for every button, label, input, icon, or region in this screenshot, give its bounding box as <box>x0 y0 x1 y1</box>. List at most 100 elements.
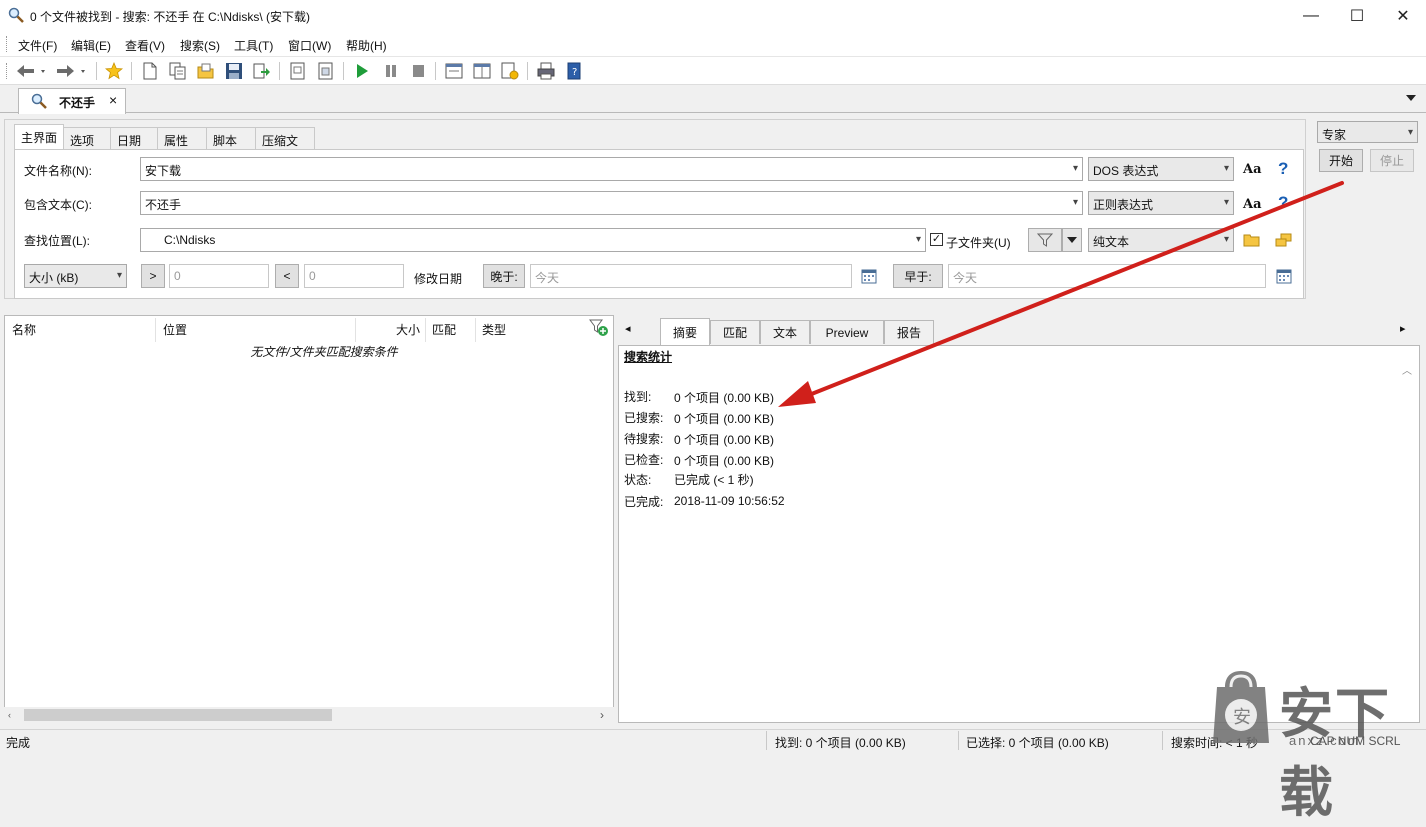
size-unit-select[interactable]: 大小 (kB) ▾ <box>24 264 127 288</box>
annotation-arrow <box>778 181 1344 407</box>
location-value: C:\Ndisks <box>164 233 216 247</box>
toolbar-separator <box>131 62 132 80</box>
favorites-star-icon[interactable] <box>103 61 125 81</box>
tab-main[interactable]: 主界面 <box>14 124 64 149</box>
save-disk-icon[interactable] <box>223 61 245 81</box>
max-size-input[interactable]: 0 <box>304 264 404 288</box>
minimize-button[interactable]: — <box>1288 0 1334 31</box>
print-icon[interactable] <box>535 61 557 81</box>
pause-icon[interactable] <box>380 61 402 81</box>
maximize-button[interactable]: ☐ <box>1334 0 1380 31</box>
scroll-left-icon[interactable]: ‹ <box>8 710 11 720</box>
content-value: 不还手 <box>145 198 182 212</box>
filename-label: 文件名称(N): <box>24 164 92 178</box>
status-text: 完成 <box>6 736 31 750</box>
stat-value: 0 个项目 (0.00 KB) <box>674 433 775 447</box>
document-tab-label: 不还手 <box>59 96 96 110</box>
menu-help[interactable]: 帮助(H) <box>346 37 387 54</box>
new-document-icon[interactable] <box>139 61 161 81</box>
chevron-down-icon: ▾ <box>1223 163 1229 174</box>
tab-scroll-right-icon[interactable]: ▸ <box>1400 322 1406 335</box>
tab-attributes[interactable]: 属性 <box>157 127 207 149</box>
open-folder-icon[interactable] <box>195 61 217 81</box>
copy-document-icon[interactable] <box>167 61 189 81</box>
tab-date[interactable]: 日期 <box>110 127 158 149</box>
stat-value: 0 个项目 (0.00 KB) <box>674 454 775 468</box>
toolbar-separator <box>435 62 436 80</box>
tab-options[interactable]: 选项 <box>63 127 111 149</box>
tab-scroll-left-icon[interactable]: ◂ <box>625 322 631 335</box>
window-layout-icon[interactable] <box>443 61 465 81</box>
chevron-down-icon: ▾ <box>1072 163 1078 174</box>
scroll-up-icon[interactable]: ︿ <box>1402 362 1412 377</box>
forward-arrow-icon[interactable] <box>54 61 88 81</box>
column-separator[interactable] <box>155 318 156 342</box>
results-list[interactable] <box>4 315 614 723</box>
document-tab-strip <box>0 86 1426 113</box>
tab-script[interactable]: 脚本 <box>206 127 256 149</box>
back-arrow-icon[interactable] <box>14 61 48 81</box>
close-button[interactable]: ✕ <box>1380 0 1426 31</box>
window-title: 0 个文件被找到 - 搜索: 不还手 在 C:\Ndisks\ (安下载) <box>30 10 311 24</box>
toolbar-separator <box>527 62 528 80</box>
document-tab-close[interactable]: × <box>109 92 117 108</box>
menu-view[interactable]: 查看(V) <box>125 37 165 54</box>
column-header-location[interactable]: 位置 <box>163 321 187 338</box>
mode-select[interactable]: 专家 ▾ <box>1317 121 1418 143</box>
search-app-icon <box>8 7 24 23</box>
summary-heading: 搜索统计 <box>624 350 673 364</box>
toolbar-separator <box>343 62 344 80</box>
modified-date-label: 修改日期 <box>414 272 463 286</box>
preview-doc-icon[interactable] <box>287 61 309 81</box>
toolbar-separator <box>96 62 97 80</box>
column-separator[interactable] <box>425 318 426 342</box>
size-unit-value: 大小 (kB) <box>29 271 79 285</box>
menu-window[interactable]: 窗口(W) <box>288 37 331 54</box>
column-separator[interactable] <box>475 318 476 342</box>
scrollbar-thumb[interactable] <box>24 709 332 721</box>
column-header-name[interactable]: 名称 <box>12 321 36 338</box>
menu-file[interactable]: 文件(F) <box>18 37 57 54</box>
tab-summary[interactable]: 摘要 <box>660 318 710 346</box>
stat-label: 找到: <box>624 390 652 404</box>
column-header-match[interactable]: 匹配 <box>432 321 456 338</box>
column-separator[interactable] <box>355 318 356 342</box>
search-magnifier-icon <box>31 93 47 109</box>
stat-value: 2018-11-09 10:56:52 <box>674 494 785 508</box>
stop-button[interactable]: 停止 <box>1370 149 1414 172</box>
tab-matches[interactable]: 匹配 <box>710 320 760 344</box>
toolbar-grip <box>6 63 9 79</box>
stop-icon[interactable] <box>407 61 429 81</box>
menu-edit[interactable]: 编辑(E) <box>71 37 111 54</box>
properties-doc-icon[interactable] <box>315 61 337 81</box>
menu-tools[interactable]: 工具(T) <box>234 37 273 54</box>
help-book-icon[interactable]: ? <box>563 61 585 81</box>
add-filter-icon[interactable] <box>589 319 609 337</box>
tab-archives[interactable]: 压缩文件 <box>255 127 315 165</box>
stat-value: 0 个项目 (0.00 KB) <box>674 412 775 426</box>
svg-text:安: 安 <box>1233 707 1251 728</box>
location-label: 查找位置(L): <box>24 234 91 248</box>
less-than-button[interactable]: < <box>275 264 299 288</box>
title-bar: 0 个文件被找到 - 搜索: 不还手 在 C:\Ndisks\ (安下载) — … <box>0 0 1426 31</box>
min-size-input[interactable]: 0 <box>169 264 269 288</box>
stat-value: 0 个项目 (0.00 KB) <box>674 391 775 405</box>
start-play-icon[interactable] <box>351 61 373 81</box>
settings-doc-icon[interactable] <box>499 61 521 81</box>
status-found: 找到: 0 个项目 (0.00 KB) <box>775 736 906 750</box>
stat-label: 已检查: <box>624 453 664 467</box>
menu-bar: 文件(F) 编辑(E) 查看(V) 搜索(S) 工具(T) 窗口(W) 帮助(H… <box>0 31 1426 57</box>
after-button[interactable]: 晚于: <box>483 264 525 288</box>
column-header-type[interactable]: 类型 <box>482 321 506 338</box>
greater-than-button[interactable]: > <box>141 264 165 288</box>
stat-label: 已搜索: <box>624 411 664 425</box>
export-icon[interactable] <box>251 61 273 81</box>
start-button[interactable]: 开始 <box>1319 149 1363 172</box>
tab-list-dropdown-icon[interactable] <box>1405 94 1417 102</box>
scroll-right-icon[interactable]: › <box>600 708 604 722</box>
menu-search[interactable]: 搜索(S) <box>180 37 220 54</box>
panes-layout-icon[interactable] <box>471 61 493 81</box>
horizontal-scrollbar[interactable]: ‹ › <box>4 707 614 723</box>
column-header-size[interactable]: 大小 <box>396 321 420 338</box>
document-tab[interactable]: 不还手 × <box>18 88 126 114</box>
